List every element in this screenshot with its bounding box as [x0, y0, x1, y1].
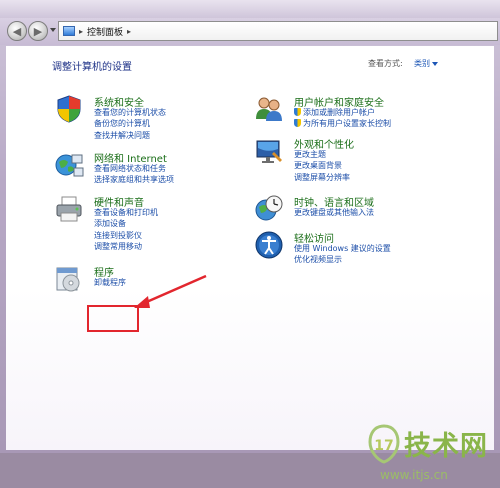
link-add-device[interactable]: 添加设备 [94, 218, 158, 229]
annotation-arrow-icon [134, 274, 207, 308]
link-connect-projector[interactable]: 连接到投影仪 [94, 230, 158, 241]
watermark-logo-text: 技术网 [404, 431, 488, 462]
shield-icon[interactable] [54, 94, 84, 124]
link-screen-resolution[interactable]: 调整屏幕分辨率 [294, 172, 350, 183]
watermark: 17 技术网 www.itjs.cn [368, 424, 498, 488]
printer-icon[interactable] [54, 194, 84, 224]
link-optimize-display[interactable]: 优化视频显示 [294, 254, 391, 265]
link-view-network-status[interactable]: 查看网络状态和任务 [94, 163, 174, 174]
link-backup-computer[interactable]: 备份您的计算机 [94, 118, 166, 129]
chevron-down-icon[interactable] [432, 62, 438, 66]
control-panel-icon [63, 26, 75, 36]
link-change-keyboard-input[interactable]: 更改键盘或其他输入法 [294, 207, 374, 218]
link-change-background[interactable]: 更改桌面背景 [294, 160, 350, 171]
breadcrumb-separator-icon[interactable]: ▸ [79, 27, 83, 36]
uac-shield-icon [294, 119, 301, 128]
page-title: 调整计算机的设置 [52, 62, 132, 73]
view-by-dropdown[interactable]: 类别 [414, 58, 430, 69]
control-panel-content: 调整计算机的设置 查看方式: 类别 系统和安全 查看您的计算机状态 备份您的计算… [6, 46, 494, 482]
svg-text:17: 17 [374, 438, 393, 454]
accessibility-icon[interactable] [254, 230, 284, 260]
link-mobility-settings[interactable]: 调整常用移动 [94, 241, 158, 252]
users-icon[interactable] [254, 94, 284, 124]
clock-globe-icon[interactable] [254, 194, 284, 224]
link-add-remove-accounts[interactable]: 添加或删除用户帐户 [294, 107, 391, 118]
link-find-fix-problems[interactable]: 查找并解决问题 [94, 130, 166, 141]
link-change-theme[interactable]: 更改主题 [294, 149, 350, 160]
uac-shield-icon [294, 108, 301, 116]
link-homegroup-sharing[interactable]: 选择家庭组和共享选项 [94, 174, 174, 185]
link-uninstall-program[interactable]: 卸载程序 [94, 277, 126, 288]
monitor-icon[interactable] [254, 136, 284, 166]
link-recommended-settings[interactable]: 使用 Windows 建议的设置 [294, 243, 391, 254]
back-button[interactable]: ◀ [7, 21, 27, 41]
programs-icon[interactable] [54, 264, 84, 294]
link-parental-controls[interactable]: 为所有用户设置家长控制 [294, 118, 391, 129]
title-bar [0, 0, 500, 18]
navigation-toolbar: ◀ ▶ ▸ 控制面板 ▸ [0, 18, 500, 45]
breadcrumb-control-panel[interactable]: 控制面板 [87, 25, 123, 38]
recent-pages-dropdown-icon[interactable] [50, 28, 56, 32]
view-by-label: 查看方式: [368, 59, 403, 68]
link-view-computer-status[interactable]: 查看您的计算机状态 [94, 107, 166, 118]
link-devices-printers[interactable]: 查看设备和打印机 [94, 207, 158, 218]
watermark-logo-icon: 17 [368, 424, 400, 464]
window-frame: ◀ ▶ ▸ 控制面板 ▸ 调整计算机的设置 查看方式: 类别 系统和安全 查看您… [0, 0, 500, 482]
watermark-url: www.itjs.cn [380, 468, 448, 482]
address-bar[interactable]: ▸ 控制面板 ▸ [58, 21, 498, 41]
forward-button[interactable]: ▶ [28, 21, 48, 41]
breadcrumb-separator-icon[interactable]: ▸ [127, 27, 131, 36]
network-globe-icon[interactable] [54, 150, 84, 180]
